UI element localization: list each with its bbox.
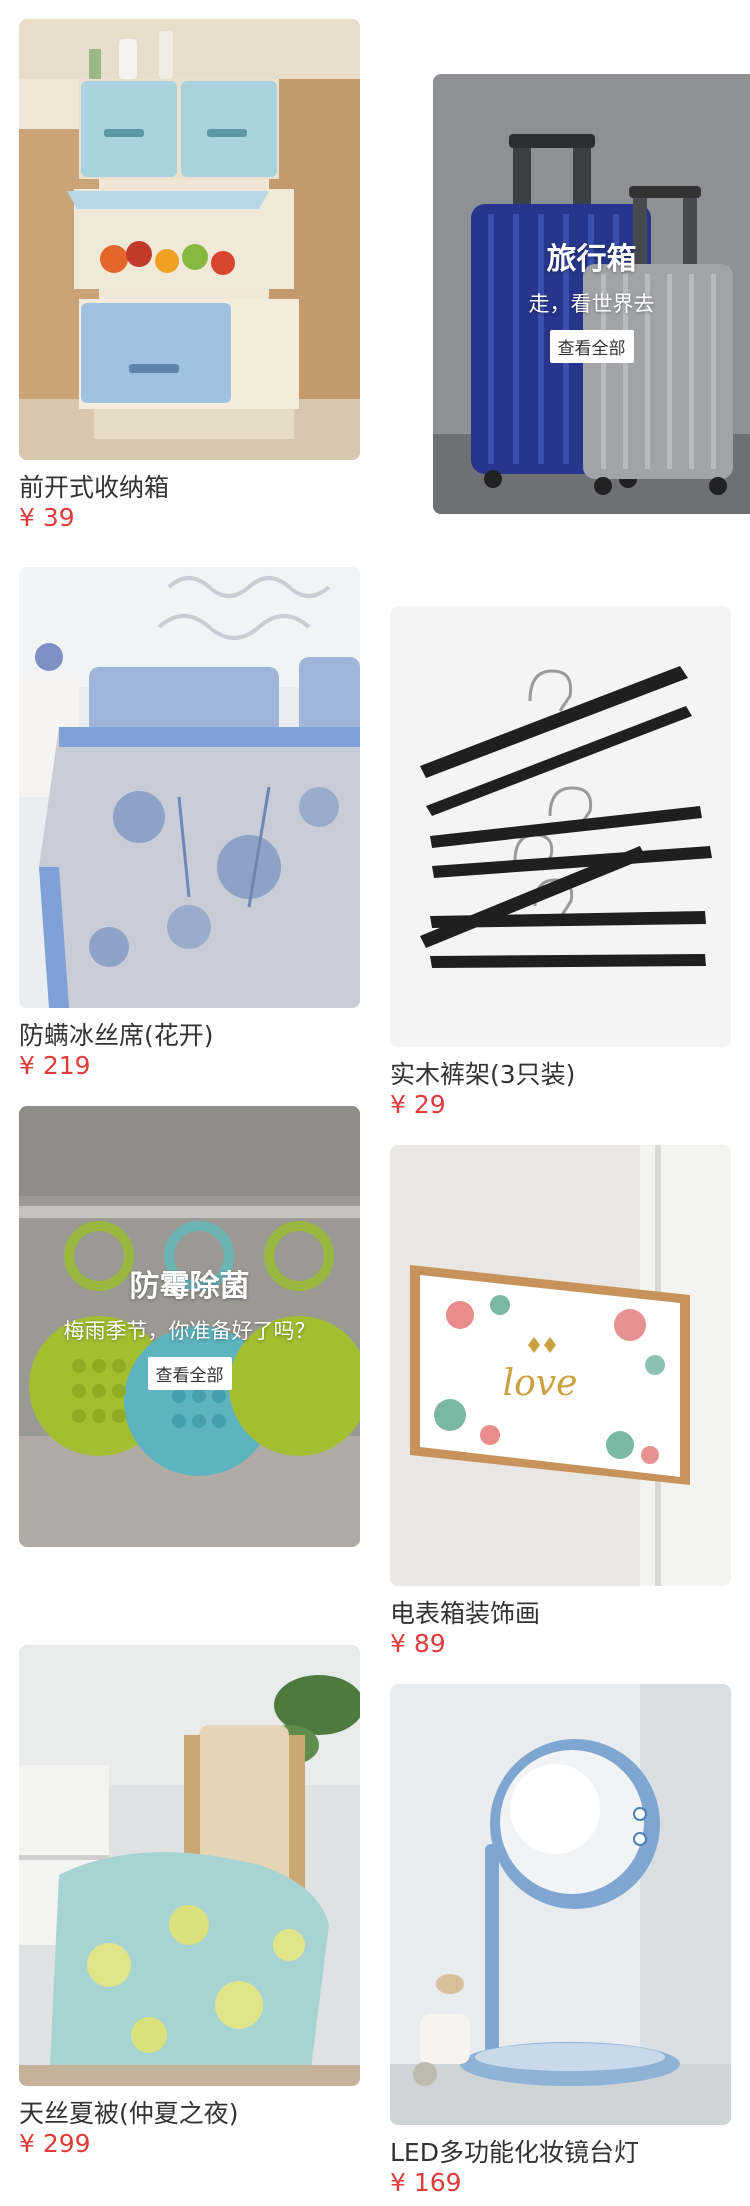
product-image[interactable] — [390, 1684, 731, 2125]
product-card[interactable]: love 电表箱装饰画 ¥ 89 — [390, 1145, 731, 1665]
promo-banner-luggage[interactable]: 旅行箱 走，看世界去 查看全部 — [433, 74, 750, 514]
product-image[interactable] — [390, 606, 731, 1047]
product-card[interactable]: 防螨冰丝席(花开) ¥ 219 — [19, 567, 360, 1087]
promo-banner-mildew[interactable]: 防霉除菌 梅雨季节，你准备好了吗？ 查看全部 — [19, 1106, 360, 1547]
product-title[interactable]: 天丝夏被(仲夏之夜) — [19, 2094, 239, 2130]
product-price: ¥ 29 — [390, 1090, 446, 1119]
product-image[interactable] — [19, 567, 360, 1008]
product-card[interactable]: 实木裤架(3只装) ¥ 29 — [390, 606, 731, 1126]
product-price: ¥ 299 — [19, 2129, 91, 2158]
product-image[interactable] — [19, 1645, 360, 2086]
product-card[interactable]: 前开式收纳箱 ¥ 39 — [19, 19, 360, 539]
product-title[interactable]: LED多功能化妆镜台灯 — [390, 2133, 639, 2169]
product-card[interactable]: LED多功能化妆镜台灯 ¥ 169 — [390, 1684, 731, 2204]
product-image[interactable]: love — [390, 1145, 731, 1586]
product-title[interactable]: 实木裤架(3只装) — [390, 1055, 575, 1091]
product-title[interactable]: 电表箱装饰画 — [390, 1594, 540, 1630]
promo-overlay: 旅行箱 走，看世界去 查看全部 — [433, 234, 750, 363]
product-image[interactable] — [19, 19, 360, 460]
promo-title: 旅行箱 — [546, 242, 637, 277]
promo-overlay: 防霉除菌 梅雨季节，你准备好了吗？ 查看全部 — [19, 1261, 360, 1390]
product-title[interactable]: 防螨冰丝席(花开) — [19, 1016, 214, 1052]
svg-text:love: love — [503, 1363, 578, 1404]
product-price: ¥ 219 — [19, 1051, 91, 1080]
product-price: ¥ 39 — [19, 503, 75, 532]
promo-subtitle: 梅雨季节，你准备好了吗？ — [63, 1319, 316, 1343]
product-price: ¥ 169 — [390, 2168, 462, 2197]
product-price: ¥ 89 — [390, 1629, 446, 1658]
view-all-button[interactable]: 查看全部 — [549, 330, 634, 363]
promo-title: 防霉除菌 — [129, 1269, 250, 1304]
product-title[interactable]: 前开式收纳箱 — [19, 468, 169, 504]
promo-subtitle: 走，看世界去 — [528, 292, 655, 316]
product-card[interactable]: 天丝夏被(仲夏之夜) ¥ 299 — [19, 1645, 360, 2165]
view-all-button[interactable]: 查看全部 — [147, 1357, 232, 1390]
